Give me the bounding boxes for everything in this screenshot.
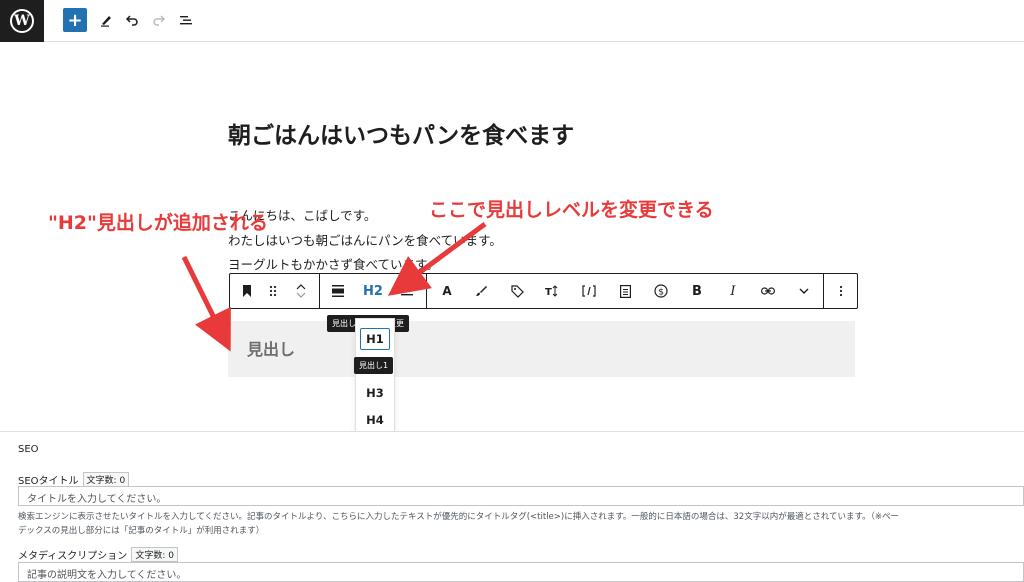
paragraph-3[interactable]: ヨーグルトもかかさず食べています。 [228, 254, 439, 273]
shortcode-icon[interactable] [578, 274, 600, 308]
tag-icon[interactable] [506, 274, 528, 308]
meta-description-input[interactable]: 記事の説明文を入力してください。 [18, 562, 1024, 582]
document-icon[interactable] [614, 274, 636, 308]
seo-panel: SEO SEOタイトル 文字数: 0 タイトルを入力してください。 検索エンジン… [0, 431, 1024, 582]
more-options-icon[interactable] [830, 274, 852, 308]
brush-icon[interactable] [470, 274, 492, 308]
seo-title-label-text: SEOタイトル [18, 476, 79, 487]
wordpress-logo[interactable]: W [0, 0, 44, 42]
meta-description-char-count: 文字数: 0 [131, 547, 178, 562]
level-option-tooltip: 見出し1 [354, 357, 394, 374]
heading-placeholder[interactable]: 見出し [247, 336, 295, 360]
arrow-to-heading-block [181, 255, 231, 352]
meta-description-label-text: メタディスクリプション [18, 551, 128, 562]
redo-icon[interactable] [147, 8, 171, 32]
post-title[interactable]: 朝ごはんはいつもパンを食べます [228, 116, 574, 150]
annotation-change-level: ここで見出しレベルを変更できる [429, 199, 714, 221]
text-size-icon[interactable]: T [541, 274, 563, 308]
drag-handle-icon[interactable] [262, 274, 284, 308]
undo-icon[interactable] [120, 8, 144, 32]
toolbar-separator [426, 274, 427, 308]
bold-button[interactable]: B [686, 274, 708, 308]
heading-level-button[interactable]: H2 [358, 274, 388, 308]
italic-button[interactable]: I [722, 274, 744, 308]
add-block-button[interactable]: + [63, 8, 87, 32]
level-option-h4[interactable]: H4 [356, 409, 394, 431]
level-option-h1[interactable]: H1 [360, 328, 390, 350]
link-icon[interactable] [757, 274, 779, 308]
text-color-button[interactable]: A [436, 274, 458, 308]
toolbar-separator [319, 274, 320, 308]
seo-title-help-1: 検索エンジンに表示させたいタイトルを入力してください。記事のタイトルより、こちら… [18, 512, 899, 522]
chevron-down-icon[interactable] [793, 274, 815, 308]
seo-title-help-2: デックスの見出し部分には「記事のタイトル」が利用されます） [18, 526, 265, 536]
seo-panel-title: SEO [18, 444, 39, 455]
annotation-heading-added: "H2"見出しが追加される [48, 212, 268, 234]
seo-title-input[interactable]: タイトルを入力してください。 [18, 486, 1024, 506]
level-option-h3[interactable]: H3 [356, 382, 394, 404]
heading-block[interactable]: 見出し [228, 321, 855, 377]
toolbar-separator [823, 274, 824, 308]
align-text-icon[interactable] [396, 274, 418, 308]
align-full-icon[interactable] [326, 274, 350, 308]
list-view-icon[interactable] [174, 8, 198, 32]
editor-topbar: W + [0, 0, 1024, 42]
paragraph-2[interactable]: わたしはいつも朝ごはんにパンを食べています。 [228, 230, 502, 249]
wordpress-icon: W [10, 9, 34, 33]
svg-text:$: $ [658, 288, 664, 298]
move-up-down-icon[interactable] [290, 274, 312, 308]
bookmark-icon[interactable] [236, 274, 258, 308]
block-toolbar: H2 A T $ B I [229, 273, 858, 309]
svg-text:T: T [545, 287, 552, 297]
currency-icon[interactable]: $ [650, 274, 672, 308]
seo-title-label: SEOタイトル 文字数: 0 [18, 472, 130, 487]
seo-title-char-count: 文字数: 0 [82, 472, 130, 487]
meta-description-label: メタディスクリプション 文字数: 0 [18, 547, 178, 562]
pen-icon[interactable] [94, 8, 118, 32]
